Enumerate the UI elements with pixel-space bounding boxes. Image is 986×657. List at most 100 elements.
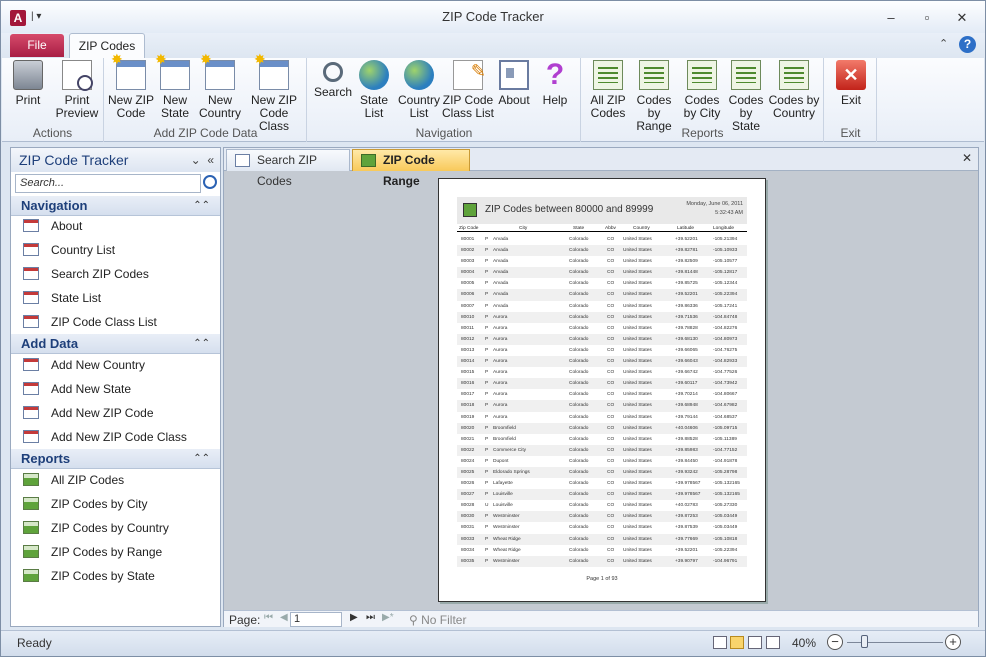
report-view-icon[interactable] <box>713 636 727 649</box>
next-page-icon[interactable]: ▶ <box>350 612 358 623</box>
nav-item-all-zip-codes[interactable]: All ZIP Codes <box>11 468 220 492</box>
close-document-icon[interactable]: ✕ <box>962 151 972 165</box>
section-header-reports[interactable]: Reports ⌃⌃ <box>11 449 220 469</box>
status-text: Ready <box>17 636 52 650</box>
codes-by-country-report-button[interactable]: Codes by Country <box>768 60 820 120</box>
section-header-navigation[interactable]: Navigation ⌃⌃ <box>11 196 220 216</box>
table-cell: Colorado <box>569 503 589 509</box>
nav-item-state-list[interactable]: State List <box>11 286 220 310</box>
table-cell: 80017 <box>461 392 475 398</box>
section-header-add-data[interactable]: Add Data ⌃⌃ <box>11 334 220 354</box>
maximize-icon[interactable]: ▫ <box>917 11 937 25</box>
new-zip-code-button[interactable]: New ZIP Code <box>107 53 155 120</box>
table-row: 80033 P Wheat Ridge Colorado CO United States… <box>457 533 747 545</box>
zoom-slider-thumb[interactable] <box>861 635 868 648</box>
print-preview-view-icon[interactable] <box>730 636 744 649</box>
table-cell: United States <box>623 237 652 242</box>
zip-code-class-list-button[interactable]: ZIP Code Class List <box>442 60 494 120</box>
report-page[interactable]: ZIP Codes between 80000 and 89999 Monday… <box>438 178 766 602</box>
magnifier-icon <box>323 62 343 82</box>
table-cell: Aurora <box>493 347 508 353</box>
all-zip-codes-report-button[interactable]: All ZIP Codes <box>586 60 630 120</box>
print-preview-button[interactable]: Print Preview <box>54 60 100 120</box>
about-button[interactable]: About <box>496 60 532 107</box>
table-row: 80007 P Arvada Colorado CO United States +39.8… <box>457 301 747 312</box>
minimize-icon[interactable]: – <box>881 11 901 25</box>
group-label-navigation: Navigation <box>415 126 473 140</box>
nav-item-add-new-country[interactable]: Add New Country <box>11 353 220 377</box>
layout-view-icon[interactable] <box>748 636 762 649</box>
table-cell: 80001 <box>461 237 475 242</box>
page-number-input[interactable]: 1 <box>290 612 342 627</box>
tab-zip-codes[interactable]: ZIP Codes <box>69 33 145 59</box>
nav-item-zip-codes-by-country[interactable]: ZIP Codes by Country <box>11 516 220 540</box>
exit-button[interactable]: ✕ Exit <box>833 60 869 107</box>
collapse-section-icon[interactable]: ⌃⌃ <box>193 334 210 354</box>
nav-search-input[interactable]: Search... <box>15 174 201 193</box>
table-cell: 80031 <box>461 525 475 531</box>
help-button[interactable]: ? Help <box>538 60 572 107</box>
collapse-section-icon[interactable]: ⌃⌃ <box>193 196 210 216</box>
nav-item-country-list[interactable]: Country List <box>11 238 220 262</box>
new-state-button[interactable]: New State <box>155 53 193 120</box>
codes-by-state-report-button[interactable]: Codes by State <box>724 60 768 133</box>
codes-by-range-report-button[interactable]: Codes by Range <box>630 60 678 133</box>
table-cell: P <box>485 469 489 475</box>
nav-item-zip-code-class-list[interactable]: ZIP Code Class List <box>11 310 220 334</box>
nav-item-zip-codes-by-state[interactable]: ZIP Codes by State <box>11 564 220 588</box>
table-cell: United States <box>623 359 652 365</box>
nav-item-add-new-zip-code-class[interactable]: Add New ZIP Code Class <box>11 425 220 449</box>
print-button[interactable]: Print <box>8 60 48 107</box>
nav-item-about[interactable]: About <box>11 214 220 238</box>
close-icon[interactable]: ✕ <box>952 11 972 25</box>
table-cell: United States <box>623 558 652 564</box>
design-view-icon[interactable] <box>766 636 780 649</box>
last-page-icon[interactable]: ⏭ <box>366 612 375 623</box>
first-page-icon[interactable]: ⏮ <box>264 612 273 623</box>
new-country-button[interactable]: New Country <box>197 53 243 120</box>
nav-item-search-zip-codes[interactable]: Search ZIP Codes <box>11 262 220 286</box>
filter-indicator[interactable]: ⚲ No Filter <box>409 613 466 627</box>
table-cell: United States <box>623 536 652 542</box>
codes-by-city-report-button[interactable]: Codes by City <box>680 60 724 120</box>
table-row: 80011 P Aurora Colorado CO United States +39.7… <box>457 323 747 334</box>
nav-pane-header[interactable]: ZIP Code Tracker ⌄ « <box>11 148 220 172</box>
tab-file[interactable]: File <box>10 34 64 57</box>
table-cell: +39.78828 <box>675 325 698 331</box>
state-list-button[interactable]: State List <box>356 60 392 120</box>
tab-search-zip-codes[interactable]: Search ZIP Codes <box>226 149 350 188</box>
table-cell: 80010 <box>461 314 475 320</box>
table-cell: United States <box>623 469 652 475</box>
nav-item-add-new-zip-code[interactable]: Add New ZIP Code <box>11 401 220 425</box>
table-cell: CO <box>607 447 615 453</box>
table-cell: P <box>485 325 489 331</box>
nav-item-zip-codes-by-range[interactable]: ZIP Codes by Range <box>11 540 220 564</box>
country-list-button[interactable]: Country List <box>396 60 442 120</box>
tab-zip-code-range[interactable]: ZIP Code Range <box>352 149 470 188</box>
table-cell: Arvada <box>493 259 509 265</box>
nav-item-add-new-state[interactable]: Add New State <box>11 377 220 401</box>
search-icon[interactable] <box>203 175 217 189</box>
table-cell: Westminster <box>493 558 520 564</box>
collapse-section-icon[interactable]: ⌃⌃ <box>193 449 210 469</box>
document-area: Search ZIP Codes ZIP Code Range ✕ ZIP Co… <box>223 147 979 627</box>
table-row: 80010 P Aurora Colorado CO United States +39.7… <box>457 311 747 323</box>
table-cell: -104.96791 <box>713 558 738 564</box>
table-cell: +39.70214 <box>675 392 698 398</box>
status-bar: Ready 40% − + <box>1 630 985 656</box>
zoom-out-icon[interactable]: − <box>827 634 843 650</box>
table-cell: United States <box>623 447 652 453</box>
zoom-in-icon[interactable]: + <box>945 634 961 650</box>
table-cell: CO <box>607 381 615 387</box>
nav-pane-controls[interactable]: ⌄ « <box>191 148 214 172</box>
table-cell: P <box>485 492 489 498</box>
previous-page-icon[interactable]: ◀ <box>280 612 288 623</box>
search-button[interactable]: Search <box>312 60 354 99</box>
minimize-ribbon-icon[interactable]: ⌃ <box>939 37 948 50</box>
table-cell: Colorado <box>569 469 589 475</box>
group-actions: Print Print Preview Actions <box>2 58 104 142</box>
nav-item-zip-codes-by-city[interactable]: ZIP Codes by City <box>11 492 220 516</box>
help-icon[interactable]: ? <box>959 36 976 53</box>
table-cell: +39.60117 <box>675 381 698 387</box>
new-zip-code-class-button[interactable]: New ZIP Code Class <box>245 53 303 133</box>
